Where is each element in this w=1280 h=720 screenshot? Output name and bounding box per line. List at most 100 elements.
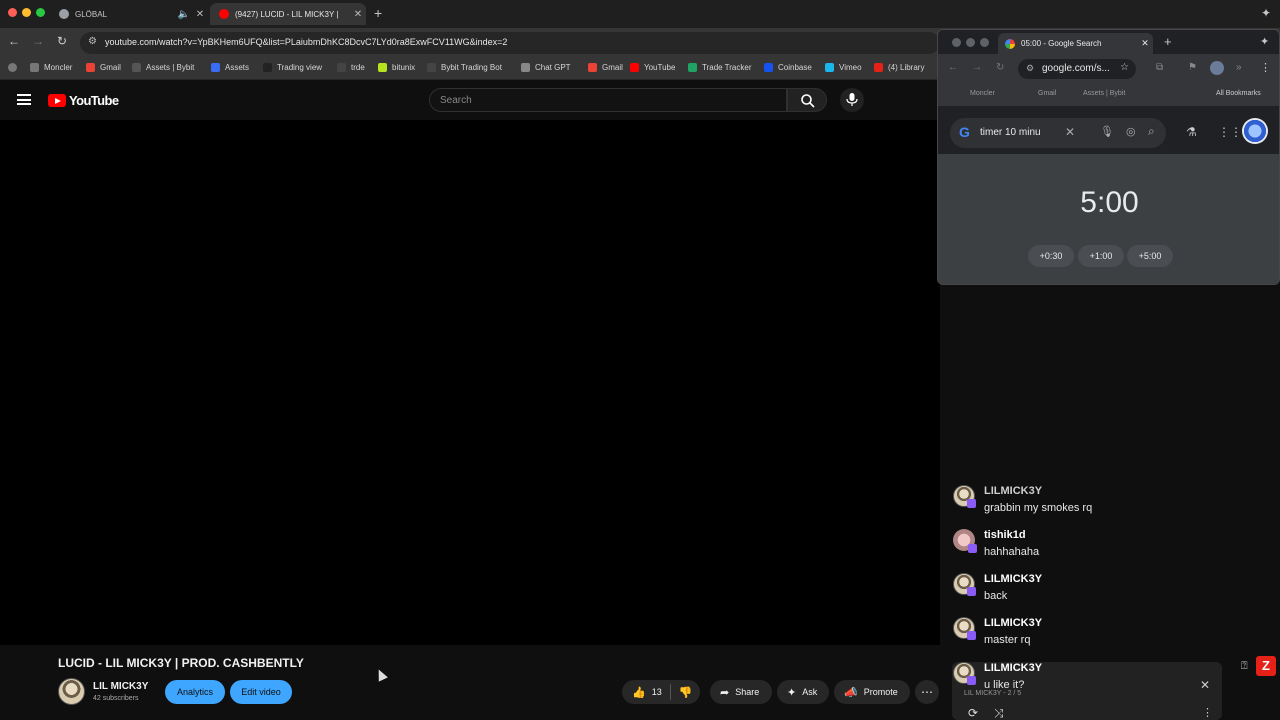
cast-icon[interactable]: ⚑ [1188,62,1197,73]
bookmark-item[interactable]: Trade Tracker [688,63,752,72]
google-address-bar[interactable]: ⚙ google.com/s... ☆ [1018,59,1136,79]
lens-icon[interactable]: ◎ [1126,125,1136,138]
bookmark-item[interactable]: (4) Library [874,63,924,72]
channel-avatar[interactable] [58,678,85,705]
bookmark-item[interactable]: Moncler [30,63,72,72]
edit-video-button[interactable]: Edit video [230,680,292,704]
more-options-icon[interactable]: ⋮ [1202,706,1213,719]
site-info-icon[interactable]: ⚙ [88,36,97,47]
video-player[interactable] [0,120,940,645]
add-1m-button[interactable]: +1:00 [1078,245,1124,267]
tab-global[interactable]: GLÖBAL 🔈 ✕ [50,3,208,25]
bookmark-item[interactable]: Gmail [86,63,121,72]
chevron-right-icon[interactable]: » [1236,62,1242,73]
extensions-icon[interactable]: ⧉ [1156,62,1163,73]
add-5m-button[interactable]: +5:00 [1127,245,1173,267]
tab-close-icon[interactable]: ✕ [350,9,366,20]
gemini-icon[interactable]: ✦ [1260,35,1269,48]
bookmark-item[interactable]: Moncler [970,90,995,97]
chat-text: back [984,590,1008,602]
search-input[interactable]: Search [429,88,787,112]
shuffle-icon[interactable]: ⤨ [994,706,1004,720]
channel-name[interactable]: LIL MICK3Y [93,681,148,692]
timer-display[interactable]: 5:00 [938,186,1279,220]
forward-button[interactable]: → [972,62,982,73]
bookmark-item[interactable]: Gmail [588,63,623,72]
search-icon[interactable]: ⌕ [1148,124,1155,139]
bookmark-item[interactable]: Gmail [1038,90,1056,97]
zoom-window-button[interactable] [980,38,989,47]
speaker-icon[interactable]: 🔈 [176,9,192,20]
help-icon[interactable]: ⍰ [1241,660,1248,673]
apps-icon[interactable] [8,63,22,72]
bookmark-item[interactable]: Assets [211,63,249,72]
bookmark-item[interactable]: Chat GPT [521,63,571,72]
profile-avatar[interactable] [1242,118,1268,144]
back-button[interactable]: ← [948,62,958,73]
thumbs-up-icon[interactable]: 👍 [632,686,646,699]
bookmark-favicon-icon [588,63,597,72]
search-button[interactable] [787,88,827,112]
subscriber-badge-icon [967,587,976,596]
clear-icon[interactable]: ✕ [1065,125,1075,139]
analytics-button[interactable]: Analytics [165,680,225,704]
minimize-window-button[interactable] [22,8,31,17]
voice-search-button[interactable] [840,88,864,112]
promote-button[interactable]: 📣 Promote [834,680,910,704]
share-button[interactable]: ➦ Share [710,680,772,704]
microphone-icon[interactable]: 🎙 [1100,125,1114,138]
browser-tabstrip: GLÖBAL 🔈 ✕ (9427) LUCID - LIL MICK3Y | ✕… [0,0,1280,28]
gemini-icon[interactable]: ✦ [1261,6,1271,20]
bookmark-item[interactable]: bitunix [378,63,415,72]
search-query[interactable]: timer 10 minu [980,127,1041,138]
bookmark-item[interactable]: Assets | Bybit [132,63,194,72]
back-button[interactable]: ← [6,34,22,48]
new-tab-button[interactable]: + [1164,34,1172,49]
minimize-window-button[interactable] [966,38,975,47]
all-bookmarks-button[interactable]: All Bookmarks [1216,90,1261,97]
bookmark-item[interactable]: YouTube [630,63,675,72]
browser-menu-icon[interactable]: ⋮ [1260,61,1271,74]
tab-close-icon[interactable]: ✕ [1137,38,1153,49]
bookmark-star-icon[interactable]: ☆ [1120,62,1129,73]
reload-button[interactable]: ↻ [996,62,1004,73]
google-search-window: 05:00 - Google Search ✕ + ✦ ← → ↻ ⚙ goog… [937,29,1280,285]
bookmark-item[interactable]: Assets | Bybit [1083,90,1125,97]
url-text[interactable]: youtube.com/watch?v=YpBKHem6UFQ&list=PLa… [105,37,507,47]
ask-button[interactable]: ✦ Ask [777,680,829,704]
youtube-logo[interactable]: YouTube [48,93,119,108]
chat-message: LILMICK3Y grabbin my smokes rq [950,485,1240,525]
bookmark-item[interactable]: Coinbase [764,63,812,72]
forward-button[interactable]: → [30,34,46,48]
thumbs-down-icon[interactable]: 👎 [679,686,693,699]
repeat-icon[interactable]: ⟳ [968,706,978,720]
tab-close-icon[interactable]: ✕ [192,9,208,20]
chat-username: tishik1d [984,529,1026,541]
close-window-button[interactable] [8,8,17,17]
bookmark-item[interactable]: Trading view [263,63,322,72]
apps-grid-icon[interactable]: ⋮⋮ [1218,125,1242,139]
bookmark-favicon-icon [86,63,95,72]
ask-label: Ask [802,687,818,697]
bookmark-item[interactable]: Bybit Trading Bot [427,63,502,72]
bookmark-label: Trade Tracker [702,63,752,72]
bookmark-item[interactable]: Vimeo [825,63,862,72]
add-30s-button[interactable]: +0:30 [1028,245,1074,267]
chat-text: master rq [984,634,1031,646]
zoom-window-button[interactable] [36,8,45,17]
more-actions-button[interactable]: ⋯ [915,680,939,704]
bookmark-item[interactable]: trde [337,63,365,72]
new-tab-button[interactable]: + [374,5,382,21]
tab-google-search[interactable]: 05:00 - Google Search ✕ [998,33,1153,54]
profile-avatar[interactable] [1210,61,1224,75]
close-window-button[interactable] [952,38,961,47]
address-bar[interactable]: ⚙ youtube.com/watch?v=YpBKHem6UFQ&list=P… [80,32,940,54]
url-text[interactable]: google.com/s... [1042,63,1110,74]
app-badge-icon[interactable]: Z [1256,656,1276,676]
labs-flask-icon[interactable]: ⚗ [1186,125,1197,139]
menu-icon[interactable] [17,94,31,105]
tab-youtube[interactable]: (9427) LUCID - LIL MICK3Y | ✕ [210,3,366,25]
reload-button[interactable]: ↻ [54,34,70,48]
site-info-icon[interactable]: ⚙ [1026,63,1034,74]
google-search-input[interactable]: G timer 10 minu ✕ 🎙 ◎ ⌕ [950,118,1166,148]
